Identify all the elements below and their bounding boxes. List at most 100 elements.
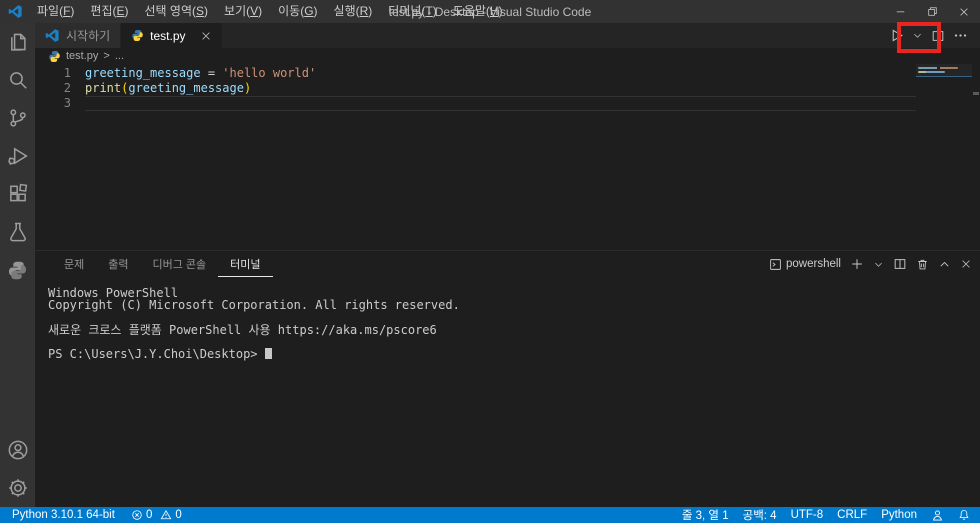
code-line[interactable]: 3 (35, 96, 916, 111)
warning-count: 0 (175, 509, 182, 521)
language-mode-status[interactable]: Python (881, 509, 917, 521)
close-panel-button[interactable] (960, 258, 972, 270)
problems-status[interactable]: 00 (131, 509, 182, 521)
code-line[interactable]: 2 print(greeting_message) (35, 81, 916, 96)
encoding-status[interactable]: UTF-8 (791, 509, 824, 521)
search-icon (7, 69, 29, 91)
activity-item-source-control[interactable] (0, 99, 35, 137)
editor-group: 시작하기 test.py test.py > ... 1 greeting_mess… (35, 23, 980, 507)
eol-status[interactable]: CRLF (837, 509, 867, 521)
token-function: print (85, 81, 122, 95)
menu-item[interactable]: 보기(V) (216, 0, 270, 23)
restore-button[interactable] (916, 0, 948, 23)
terminal-icon (769, 258, 782, 271)
breadcrumb-separator: > (103, 50, 110, 62)
indentation-status[interactable]: 공백: 4 (743, 507, 777, 523)
extensions-icon (7, 183, 29, 205)
breadcrumb[interactable]: test.py > ... (35, 48, 980, 64)
minimize-button[interactable] (884, 0, 916, 23)
window-title: test.py - Desktop - Visual Studio Code (388, 4, 592, 19)
code-text[interactable]: greeting_message = 'hello world' (85, 66, 916, 81)
token-string: 'hello world' (222, 66, 317, 80)
panel-tab-문제[interactable]: 문제 (52, 251, 96, 277)
kill-terminal-button[interactable] (916, 258, 929, 271)
title-bar: 파일(F) 편집(E) 선택 영역(S) 보기(V) 이동(G) 실행(R) 터미널(T) 도… (0, 0, 980, 23)
run-button[interactable] (887, 26, 906, 45)
minimap[interactable] (916, 64, 972, 250)
new-terminal-button[interactable] (850, 257, 864, 271)
split-terminal-button[interactable] (893, 257, 907, 271)
panel-tab-출력[interactable]: 출력 (96, 251, 140, 277)
activity-item-accounts[interactable] (0, 431, 35, 469)
line-number: 3 (63, 96, 71, 110)
ellipsis-icon (953, 28, 968, 43)
breadcrumb-more[interactable]: ... (115, 50, 124, 62)
activity-item-settings[interactable] (0, 469, 35, 507)
tab-label: test.py (150, 28, 186, 43)
shell-selector[interactable]: powershell (769, 258, 841, 271)
panel-tabs: 문제 출력 디버그 콘솔 터미널 (52, 251, 273, 277)
line-number: 1 (63, 66, 71, 80)
panel-tab-터미널[interactable]: 터미널 (218, 251, 273, 277)
feedback-icon (931, 509, 944, 522)
more-actions-button[interactable] (951, 26, 970, 45)
error-icon (131, 509, 143, 521)
menu-item[interactable]: 이동(G) (270, 0, 325, 23)
account-icon (7, 439, 29, 461)
tab-test.py[interactable]: test.py (121, 23, 223, 48)
bell-icon (958, 509, 970, 521)
activity-item-testing[interactable] (0, 213, 35, 251)
flask-icon (7, 221, 29, 243)
restore-icon (927, 6, 938, 17)
cursor-position-status[interactable]: 줄 3, 열 1 (682, 507, 729, 523)
activity-item-run-and-debug[interactable] (0, 137, 35, 175)
shell-label[interactable]: powershell (786, 258, 841, 270)
panel-actions: powershell (769, 251, 972, 277)
token-variable: greeting_message (128, 81, 244, 95)
feedback-button[interactable] (931, 509, 944, 522)
code-text[interactable] (85, 96, 916, 111)
activity-item-extensions[interactable] (0, 175, 35, 213)
chevron-down-icon (873, 259, 884, 270)
tabs: 시작하기 test.py (35, 23, 223, 48)
terminal-line: 새로운 크로스 플랫폼 PowerShell 사용 https://aka.ms… (48, 322, 437, 337)
code-line[interactable]: 1 greeting_message = 'hello world' (35, 66, 916, 81)
warning-icon (160, 509, 172, 521)
terminal-profile-dropdown[interactable] (873, 259, 884, 270)
tab-close-icon[interactable] (200, 30, 212, 42)
menu-item[interactable]: 실행(R) (326, 0, 381, 23)
minimize-icon (895, 6, 906, 17)
panel-tab-디버그 콘솔[interactable]: 디버그 콘솔 (141, 251, 219, 277)
tab-시작하기[interactable]: 시작하기 (35, 23, 122, 48)
editor-actions (887, 23, 980, 48)
code-text[interactable]: print(greeting_message) (85, 81, 916, 96)
maximize-panel-button[interactable] (938, 258, 951, 271)
breadcrumb-file[interactable]: test.py (66, 50, 98, 62)
run-debug-icon (7, 145, 29, 167)
python-interpreter-status[interactable]: Python 3.10.1 64-bit (12, 509, 115, 521)
code-editor[interactable]: 1 greeting_message = 'hello world' 2 print(… (35, 64, 980, 250)
python-color-icon (131, 29, 144, 42)
error-count: 0 (145, 509, 153, 521)
run-dropdown-button[interactable] (910, 28, 925, 43)
menu-item[interactable]: 파일(F) (29, 0, 82, 23)
close-icon (960, 258, 972, 270)
menu-item[interactable]: 선택 영역(S) (137, 0, 217, 23)
token-default: = (200, 66, 223, 80)
code-area[interactable]: 1 greeting_message = 'hello world' 2 print(… (35, 66, 916, 111)
gear-icon (7, 477, 29, 499)
activity-item-python[interactable] (0, 251, 35, 289)
status-bar-right: 줄 3, 열 1 공백: 4 UTF-8 CRLF Python (668, 507, 970, 523)
bell-button[interactable] (958, 509, 970, 521)
menu-item[interactable]: 편집(E) (82, 0, 136, 23)
overview-ruler (972, 64, 980, 250)
split-icon (893, 257, 907, 271)
plus-icon (850, 257, 864, 271)
activity-item-search[interactable] (0, 61, 35, 99)
close-button[interactable] (948, 0, 980, 23)
split-editor-button[interactable] (929, 27, 947, 45)
terminal-cursor (264, 348, 272, 360)
window-controls (884, 0, 980, 23)
activity-item-explorer[interactable] (0, 23, 35, 61)
terminal-output[interactable]: Windows PowerShell Copyright (C) Microsof… (35, 277, 980, 507)
